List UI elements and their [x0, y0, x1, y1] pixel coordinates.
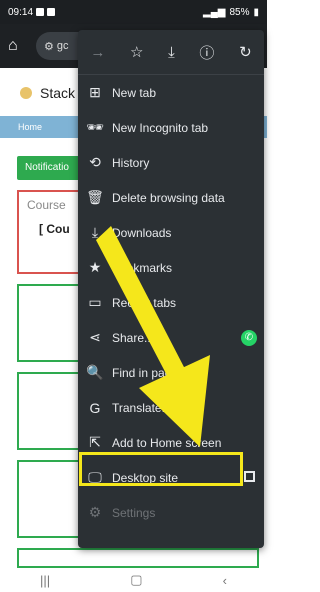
- home-icon[interactable]: ⌂: [8, 37, 28, 55]
- menu-item-recent-tabs[interactable]: ▭ Recent tabs: [78, 285, 264, 320]
- recent-tabs-icon: ▭: [88, 294, 102, 310]
- course-subtitle: [ Cou: [39, 222, 70, 236]
- whatsapp-icon[interactable]: ✆: [241, 330, 257, 346]
- desktop-site-checkbox[interactable]: [243, 470, 255, 482]
- recents-icon[interactable]: |||: [40, 573, 50, 588]
- site-settings-icon[interactable]: ⚙: [44, 40, 54, 53]
- find-icon: 🔍: [86, 364, 104, 380]
- menu-item-add-home[interactable]: ⇱ Add to Home screen: [78, 425, 264, 460]
- home-nav-icon[interactable]: ▢: [130, 572, 142, 588]
- reload-icon[interactable]: ↻: [239, 43, 252, 61]
- info-icon[interactable]: ⓘ: [199, 42, 214, 63]
- menu-item-translate[interactable]: G Translate...: [78, 390, 264, 425]
- star-icon: ★: [88, 259, 102, 275]
- menu-item-find[interactable]: 🔍 Find in page: [78, 355, 264, 390]
- bookmark-star-icon[interactable]: ☆: [130, 43, 143, 61]
- course-title: Course: [27, 198, 66, 212]
- menu-item-new-tab[interactable]: ⊞ New tab: [78, 75, 264, 110]
- site-title: Stack: [40, 85, 76, 101]
- site-header: Stack: [0, 80, 75, 106]
- content-card: [17, 548, 259, 568]
- menu-icon-row: → ☆ ⤓ ⓘ ↻: [78, 30, 264, 75]
- menu-item-bookmarks[interactable]: ★ Bookmarks: [78, 250, 264, 285]
- status-time: 09:14: [8, 6, 34, 18]
- notifications-button[interactable]: Notificatio: [17, 156, 87, 180]
- browser-menu: → ☆ ⤓ ⓘ ↻ ⊞ New tab 🕶 New Incognito tab …: [78, 30, 264, 548]
- battery-icon: ▮: [253, 6, 259, 18]
- history-icon: ⟲: [89, 154, 101, 170]
- system-nav-bar: ||| ▢ ‹: [0, 568, 267, 592]
- incognito-icon: 🕶: [86, 119, 104, 135]
- download-icon: ⤓: [91, 224, 99, 240]
- menu-item-share[interactable]: ⋖ Share... ✆: [78, 320, 264, 355]
- menu-item-desktop-site[interactable]: 🖵 Desktop site: [78, 460, 264, 495]
- menu-item-settings[interactable]: ⚙ Settings: [78, 495, 264, 530]
- status-bar: 09:14 ▂▄▆ 85% ▮: [0, 0, 267, 24]
- back-icon[interactable]: ‹: [223, 573, 227, 588]
- site-logo-icon: [20, 87, 32, 99]
- menu-item-incognito[interactable]: 🕶 New Incognito tab: [78, 110, 264, 145]
- forward-icon[interactable]: →: [90, 44, 105, 61]
- settings-icon: ⚙: [88, 504, 102, 520]
- desktop-icon: 🖵: [88, 469, 102, 485]
- menu-item-delete-data[interactable]: 🗑 Delete browsing data: [78, 180, 264, 215]
- menu-item-history[interactable]: ⟲ History: [78, 145, 264, 180]
- notification-icon: [36, 8, 45, 16]
- course-card[interactable]: Course [ Cou: [17, 190, 87, 274]
- add-home-icon: ⇱: [89, 434, 101, 450]
- download-page-icon[interactable]: ⤓: [168, 44, 175, 61]
- message-icon: [47, 8, 56, 16]
- battery-level: 85%: [229, 6, 250, 18]
- trash-icon: 🗑: [86, 189, 104, 205]
- signal-icon: ▂▄▆: [203, 6, 226, 18]
- new-tab-icon: ⊞: [89, 84, 101, 100]
- share-icon: ⋖: [89, 329, 101, 345]
- translate-icon: G: [89, 399, 101, 416]
- menu-item-downloads[interactable]: ⤓ Downloads: [78, 215, 264, 250]
